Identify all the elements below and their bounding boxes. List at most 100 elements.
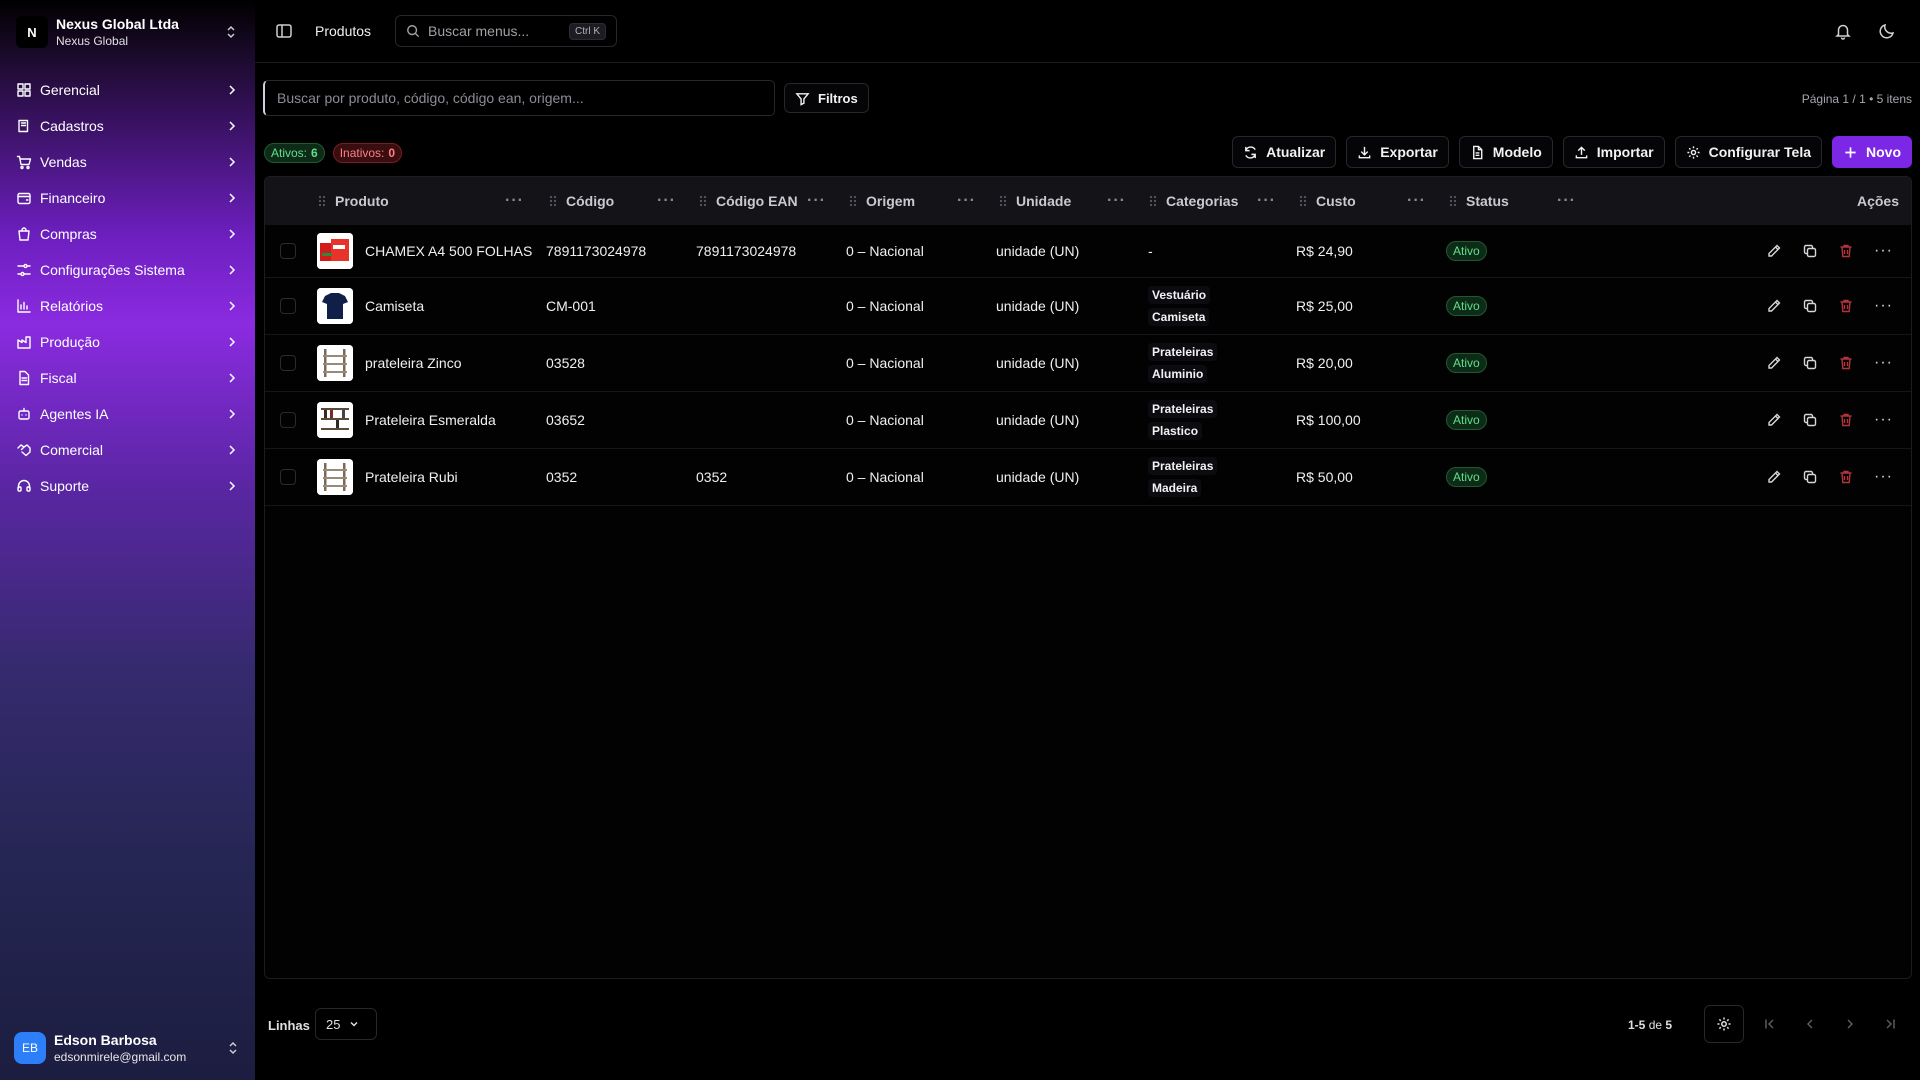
drag-handle-icon[interactable] — [548, 194, 558, 208]
sidebar-item-gerencial[interactable]: Gerencial — [8, 72, 247, 108]
more-horizontal-icon[interactable]: ··· — [1874, 469, 1892, 485]
more-horizontal-icon[interactable]: ··· — [1874, 298, 1892, 314]
next-page-button[interactable] — [1840, 1014, 1860, 1034]
column-header[interactable]: Código — [548, 177, 614, 225]
drag-handle-icon[interactable] — [317, 194, 327, 208]
pencil-icon[interactable] — [1766, 412, 1782, 428]
column-menu-button[interactable]: ··· — [657, 177, 676, 225]
model-button[interactable]: Modelo — [1458, 136, 1553, 168]
sidebar-item-suporte[interactable]: Suporte — [8, 468, 247, 504]
pencil-icon[interactable] — [1766, 469, 1782, 485]
active-count-badge[interactable]: Ativos: 6 — [264, 143, 325, 163]
drag-handle-icon[interactable] — [848, 194, 858, 208]
column-menu-button[interactable]: ··· — [1257, 177, 1276, 225]
more-horizontal-icon[interactable]: ··· — [1874, 355, 1892, 371]
sidebar-item-produ-o[interactable]: Produção — [8, 324, 247, 360]
moon-icon[interactable] — [1878, 22, 1896, 40]
column-header[interactable]: Unidade — [998, 177, 1071, 225]
table-row[interactable]: Prateleira Esmeralda 03652 0 – Nacional uni… — [265, 392, 1911, 449]
table-row[interactable]: Prateleira Rubi 0352 0352 0 – Nacional unida… — [265, 449, 1911, 506]
sidebar-item-agentes-ia[interactable]: Agentes IA — [8, 396, 247, 432]
more-horizontal-icon[interactable]: ··· — [1874, 412, 1892, 428]
product-name[interactable]: prateleira Zinco — [365, 355, 462, 371]
column-menu-button[interactable]: ··· — [807, 177, 826, 225]
product-name[interactable]: CHAMEX A4 500 FOLHAS — [365, 243, 532, 259]
previous-page-button[interactable] — [1800, 1014, 1820, 1034]
pagination-range: 1-5 de 5 — [1628, 1018, 1672, 1032]
user-info: Edson Barbosa edsonmirele@gmail.com — [54, 1032, 225, 1064]
row-checkbox[interactable] — [280, 243, 296, 259]
column-header[interactable]: Código EAN — [698, 177, 798, 225]
row-checkbox[interactable] — [280, 355, 296, 371]
drag-handle-icon[interactable] — [698, 194, 708, 208]
trash-icon[interactable] — [1838, 355, 1854, 371]
product-search-input[interactable]: Buscar por produto, código, código ean, … — [263, 80, 775, 116]
product-name[interactable]: Prateleira Esmeralda — [365, 412, 496, 428]
trash-icon[interactable] — [1838, 298, 1854, 314]
rows-per-page-select[interactable]: 25 — [315, 1008, 377, 1040]
category-chip: Prateleiras — [1148, 343, 1218, 361]
drag-handle-icon[interactable] — [998, 194, 1008, 208]
sidebar-toggle-icon[interactable] — [275, 22, 293, 40]
row-checkbox[interactable] — [280, 469, 296, 485]
column-menu-button[interactable]: ··· — [1557, 177, 1576, 225]
trash-icon[interactable] — [1838, 469, 1854, 485]
user-email: edsonmirele@gmail.com — [54, 1050, 187, 1064]
first-page-button[interactable] — [1760, 1014, 1780, 1034]
column-menu-button[interactable]: ··· — [1107, 177, 1126, 225]
trash-icon[interactable] — [1838, 412, 1854, 428]
product-thumbnail — [317, 459, 353, 495]
sidebar-item-compras[interactable]: Compras — [8, 216, 247, 252]
pencil-icon[interactable] — [1766, 298, 1782, 314]
column-menu-button[interactable]: ··· — [505, 177, 524, 225]
drag-handle-icon[interactable] — [1298, 194, 1308, 208]
sidebar-item-financeiro[interactable]: Financeiro — [8, 180, 247, 216]
sidebar-item-fiscal[interactable]: Fiscal — [8, 360, 247, 396]
column-header[interactable]: Produto — [317, 177, 389, 225]
sidebar-item-relat-rios[interactable]: Relatórios — [8, 288, 247, 324]
column-header[interactable]: Custo — [1298, 177, 1356, 225]
copy-icon[interactable] — [1802, 298, 1818, 314]
sidebar-item-configura-es-sistema[interactable]: Configurações Sistema — [8, 252, 247, 288]
new-product-button[interactable]: Novo — [1832, 136, 1912, 168]
import-button[interactable]: Importar — [1562, 136, 1665, 168]
pencil-icon[interactable] — [1766, 243, 1782, 259]
table-row[interactable]: Camiseta CM-001 0 – Nacional unidade (UN) Ve… — [265, 278, 1911, 335]
table-row[interactable]: prateleira Zinco 03528 0 – Nacional unidade… — [265, 335, 1911, 392]
trash-icon[interactable] — [1838, 243, 1854, 259]
sidebar-item-comercial[interactable]: Comercial — [8, 432, 247, 468]
copy-icon[interactable] — [1802, 412, 1818, 428]
column-menu-button[interactable]: ··· — [957, 177, 976, 225]
pencil-icon[interactable] — [1766, 355, 1782, 371]
export-button[interactable]: Exportar — [1346, 136, 1449, 168]
sidebar-item-vendas[interactable]: Vendas — [8, 144, 247, 180]
column-header[interactable]: Origem — [848, 177, 915, 225]
copy-icon[interactable] — [1802, 243, 1818, 259]
product-name[interactable]: Camiseta — [365, 298, 424, 314]
sidebar-item-cadastros[interactable]: Cadastros — [8, 108, 247, 144]
column-header[interactable]: Categorias — [1148, 177, 1238, 225]
filters-button[interactable]: Filtros — [784, 83, 869, 113]
pagination-settings-button[interactable] — [1704, 1005, 1744, 1043]
company-logo: N — [16, 16, 48, 48]
column-menu-button[interactable]: ··· — [1407, 177, 1426, 225]
more-horizontal-icon[interactable]: ··· — [1874, 243, 1892, 259]
menu-search[interactable]: Buscar menus... Ctrl K — [395, 15, 618, 47]
drag-handle-icon[interactable] — [1448, 194, 1458, 208]
user-menu[interactable]: EB Edson Barbosa edsonmirele@gmail.com — [0, 1016, 255, 1080]
configure-screen-button[interactable]: Configurar Tela — [1674, 136, 1822, 168]
product-name[interactable]: Prateleira Rubi — [365, 469, 458, 485]
copy-icon[interactable] — [1802, 355, 1818, 371]
last-page-button[interactable] — [1880, 1014, 1900, 1034]
bell-icon[interactable] — [1834, 22, 1852, 40]
refresh-button[interactable]: Atualizar — [1232, 136, 1337, 168]
row-checkbox[interactable] — [280, 412, 296, 428]
row-checkbox[interactable] — [280, 298, 296, 314]
copy-icon[interactable] — [1802, 469, 1818, 485]
inactive-count-badge[interactable]: Inativos: 0 — [332, 143, 403, 163]
breadcrumb[interactable]: Produtos — [315, 23, 371, 39]
table-row[interactable]: CHAMEX A4 500 FOLHAS 7891173024978 7891173… — [265, 225, 1911, 278]
drag-handle-icon[interactable] — [1148, 194, 1158, 208]
company-switcher[interactable]: N Nexus Global Ltda Nexus Global — [0, 0, 255, 64]
column-header[interactable]: Status — [1448, 177, 1509, 225]
